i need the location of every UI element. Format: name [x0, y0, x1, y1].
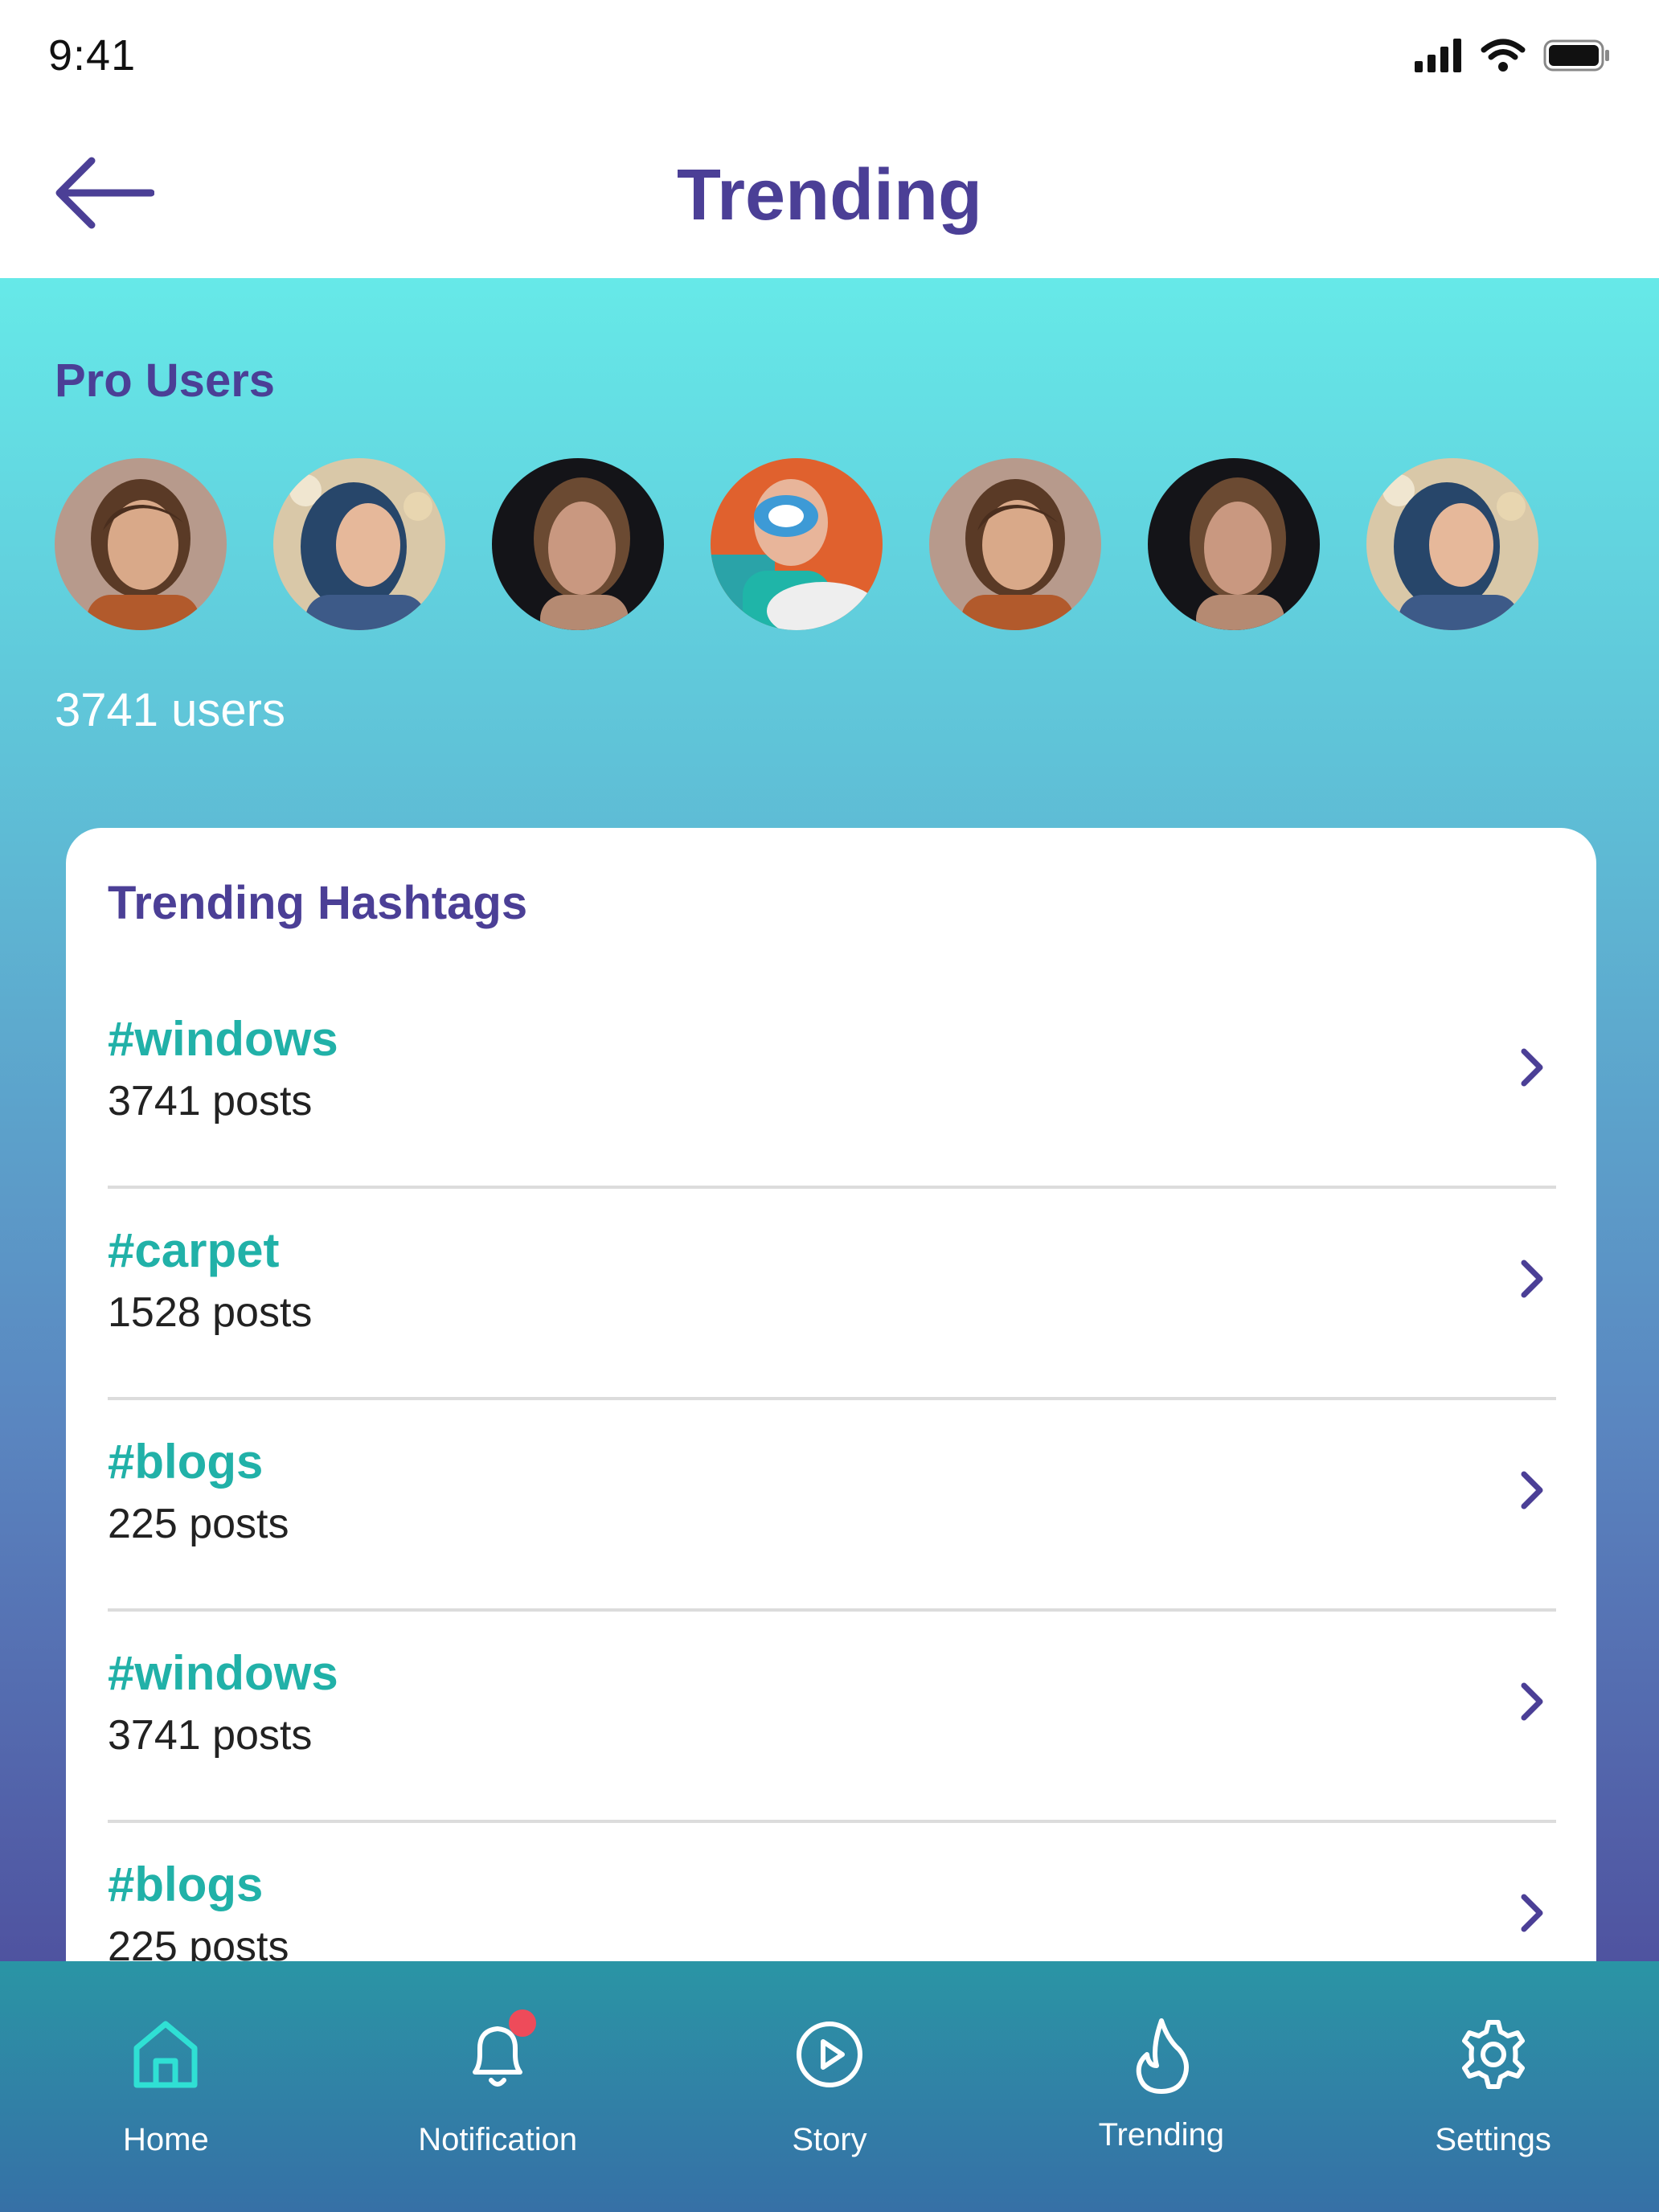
trending-hashtags-card: Trending Hashtags #windows 3741 posts #c…: [66, 828, 1596, 1961]
hashtag-list: #windows 3741 posts #carpet 1528 posts #…: [108, 977, 1556, 1961]
nav-label-story: Story: [792, 2122, 867, 2157]
hashtag-post-count: 3741 posts: [108, 1078, 313, 1124]
hashtag-row[interactable]: #windows 3741 posts: [108, 1612, 1556, 1823]
user-avatar-1[interactable]: [55, 458, 227, 630]
bottom-nav: Home Notification Story Trending Setting…: [0, 1961, 1659, 2212]
pro-users-avatars: [55, 458, 1538, 630]
status-bar: 9:41: [0, 0, 1659, 113]
pro-users-count: 3741 users: [55, 684, 285, 736]
hashtag-post-count: 225 posts: [108, 1501, 289, 1547]
chevron-right-icon: [1521, 1260, 1543, 1298]
user-avatar-5[interactable]: [929, 458, 1101, 630]
gear-icon: [1461, 2020, 1525, 2089]
nav-label-settings: Settings: [1435, 2122, 1551, 2157]
chevron-right-icon: [1521, 1471, 1543, 1509]
chevron-right-icon: [1521, 1682, 1543, 1721]
nav-label-home: Home: [123, 2122, 209, 2157]
status-icons: [1415, 39, 1611, 72]
hashtag-name: #blogs: [108, 1858, 264, 1911]
hashtag-row[interactable]: #blogs 225 posts: [108, 1400, 1556, 1612]
hashtag-row[interactable]: #windows 3741 posts: [108, 977, 1556, 1189]
nav-label-notification: Notification: [418, 2122, 578, 2157]
user-avatar-3[interactable]: [492, 458, 664, 630]
hashtag-post-count: 225 posts: [108, 1923, 289, 1961]
hashtag-name: #blogs: [108, 1435, 264, 1489]
hashtag-name: #windows: [108, 1646, 338, 1700]
user-avatar-6[interactable]: [1148, 458, 1320, 630]
hashtag-row[interactable]: #carpet 1528 posts: [108, 1189, 1556, 1400]
nav-item-home[interactable]: Home: [0, 1961, 332, 2212]
chevron-right-icon: [1521, 1048, 1543, 1087]
trending-hashtags-title: Trending Hashtags: [108, 877, 528, 929]
hashtag-row[interactable]: #blogs 225 posts: [108, 1823, 1556, 1961]
nav-item-notification[interactable]: Notification: [332, 1961, 664, 2212]
home-icon: [133, 2021, 198, 2088]
user-avatar-7[interactable]: [1366, 458, 1538, 630]
flame-icon: [1136, 2018, 1189, 2094]
nav-item-settings[interactable]: Settings: [1327, 1961, 1659, 2212]
nav-item-story[interactable]: Story: [664, 1961, 996, 2212]
status-time: 9:41: [48, 31, 137, 80]
user-avatar-2[interactable]: [273, 458, 445, 630]
pro-users-title: Pro Users: [55, 354, 276, 407]
user-avatar-4[interactable]: [711, 458, 883, 630]
wifi-icon: [1481, 39, 1526, 72]
play-circle-icon: [796, 2022, 862, 2087]
nav-label-trending: Trending: [1098, 2117, 1224, 2153]
chevron-right-icon: [1521, 1894, 1543, 1932]
signal-icon: [1415, 39, 1461, 72]
hashtag-name: #windows: [108, 1012, 338, 1066]
header: Trending: [0, 113, 1659, 278]
hashtag-name: #carpet: [108, 1223, 280, 1277]
notification-badge: [509, 2009, 537, 2037]
nav-item-trending[interactable]: Trending: [995, 1961, 1327, 2212]
battery-icon: [1543, 39, 1609, 72]
hashtag-post-count: 1528 posts: [108, 1289, 313, 1336]
hashtag-post-count: 3741 posts: [108, 1712, 313, 1759]
page-title: Trending: [677, 155, 982, 236]
